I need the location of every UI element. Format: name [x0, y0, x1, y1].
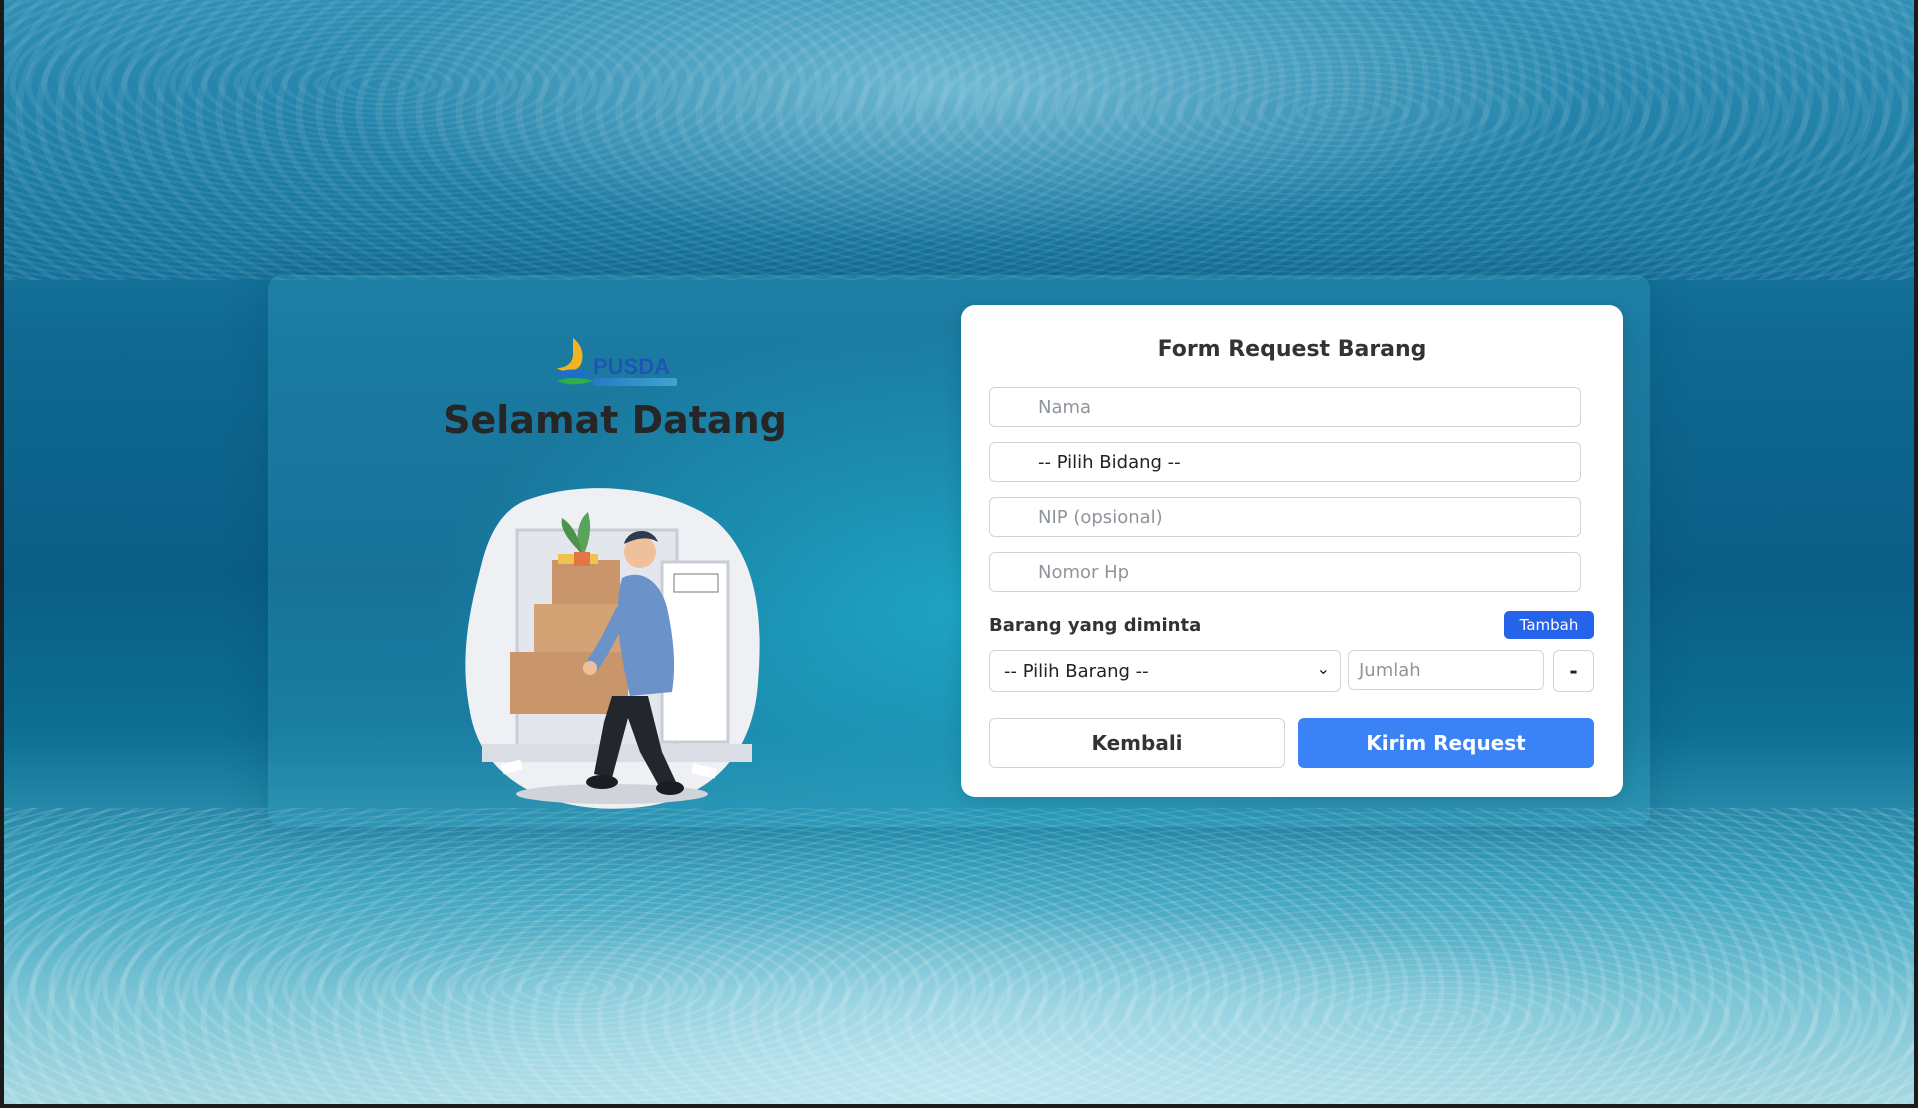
add-item-button[interactable]: Tambah — [1504, 611, 1594, 639]
logo-text: PUSDA — [593, 354, 671, 379]
phone-placeholder: Nomor Hp — [1038, 562, 1130, 583]
chevron-down-icon: ⌄ — [1316, 659, 1330, 678]
nip-input[interactable]: NIP (opsional) — [989, 497, 1581, 537]
welcome-illustration — [462, 482, 768, 812]
pool-floor-caustics — [0, 808, 1918, 1108]
pusda-logo-mark-icon — [555, 338, 593, 385]
phone-input[interactable]: Nomor Hp — [989, 552, 1581, 592]
welcome-title: Selamat Datang — [443, 398, 787, 442]
name-input[interactable]: Nama — [989, 387, 1581, 427]
back-button[interactable]: Kembali — [989, 718, 1285, 768]
items-label: Barang yang diminta — [989, 615, 1202, 636]
form-title: Form Request Barang — [1157, 337, 1427, 362]
pusda-logo: PUSDA — [551, 334, 677, 392]
name-placeholder: Nama — [1038, 397, 1092, 418]
submit-request-button[interactable]: Kirim Request — [1298, 718, 1594, 768]
department-select[interactable]: -- Pilih Bidang -- — [989, 442, 1581, 482]
water-surface-caustics — [0, 0, 1918, 280]
logo-subtitle — [593, 378, 677, 386]
item-select-value: -- Pilih Barang -- — [1004, 661, 1149, 682]
nip-placeholder: NIP (opsional) — [1038, 507, 1163, 528]
item-select[interactable]: -- Pilih Barang -- ⌄ — [989, 650, 1341, 692]
quantity-placeholder: Jumlah — [1359, 660, 1421, 681]
request-form-card: Form Request Barang Nama -- Pilih Bidang… — [961, 305, 1623, 797]
remove-item-button[interactable]: - — [1553, 650, 1594, 692]
quantity-input[interactable]: Jumlah — [1348, 650, 1544, 690]
person-carrying-boxes-illustration — [465, 488, 760, 809]
department-select-value: -- Pilih Bidang -- — [1038, 452, 1181, 473]
